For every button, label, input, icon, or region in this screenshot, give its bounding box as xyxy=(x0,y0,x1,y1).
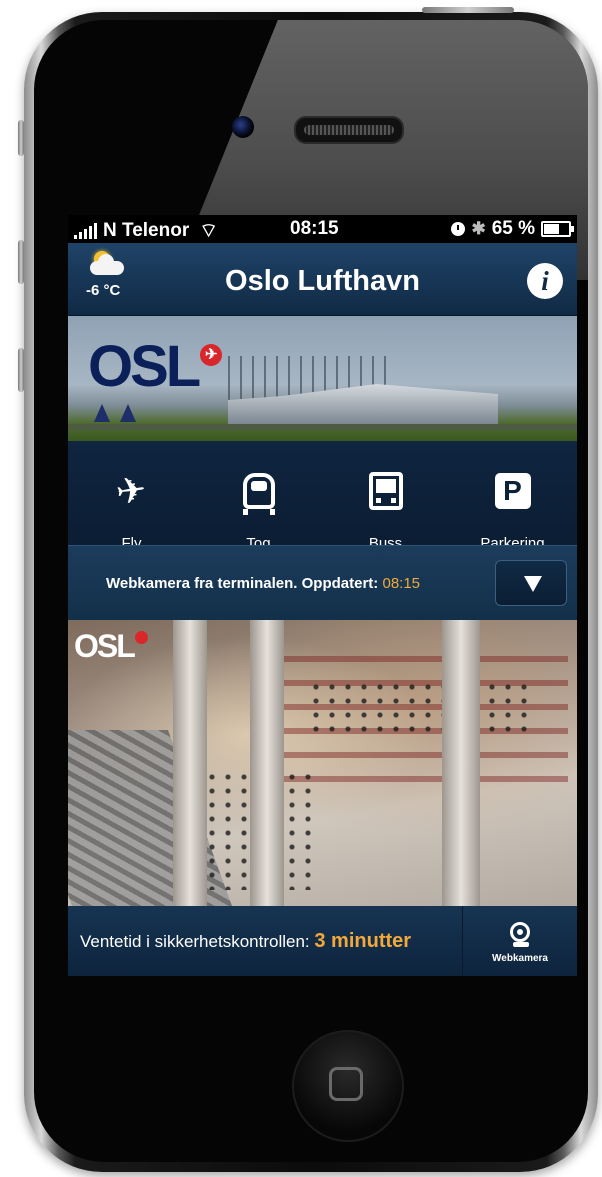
parking-icon: P xyxy=(494,473,531,509)
tab-fly[interactable]: ✈ Fly xyxy=(68,441,195,552)
oslo-logo: OSL ✈ xyxy=(88,334,223,399)
status-right-group: ✱ 65 % xyxy=(451,218,574,240)
front-camera xyxy=(232,116,254,138)
webcam-caption: Webkamera fra terminalen. Oppdatert: 08:… xyxy=(106,575,420,592)
tab-parkering[interactable]: P Parkering xyxy=(449,441,576,552)
webcam-button-label: Webkamera xyxy=(492,953,548,964)
oslo-logo-text: OSL xyxy=(88,334,201,399)
tab-buss[interactable]: Buss xyxy=(322,441,449,552)
crowd xyxy=(308,680,528,740)
status-time: 08:15 xyxy=(290,218,339,239)
webcam-logo-plane-icon xyxy=(134,631,148,644)
alarm-clock-icon xyxy=(451,222,466,236)
webcam-stand xyxy=(513,942,529,947)
train-icon xyxy=(242,473,275,515)
airplane-icon: ✈ xyxy=(113,468,150,513)
transport-tabs: ✈ Fly Tog Buss P Parkering xyxy=(68,441,577,552)
power-button xyxy=(422,7,514,13)
signal-bars-icon xyxy=(74,222,97,239)
plane-tail xyxy=(94,404,110,422)
wait-time: Ventetid i sikkerhetskontrollen: 3 minut… xyxy=(80,930,411,953)
airport-banner: OSL ✈ xyxy=(68,316,577,441)
battery-percent: 65 % xyxy=(491,218,535,239)
home-square-icon xyxy=(329,1067,363,1101)
battery-icon xyxy=(541,221,574,237)
runway xyxy=(68,424,577,430)
webcam-button[interactable]: Webkamera xyxy=(462,906,577,976)
page-title: Oslo Lufthavn xyxy=(225,265,420,297)
wifi-icon: ⌔ xyxy=(199,220,219,242)
app-screen: N Telenor ⌔ 08:15 ✱ 65 % -6 °C Oslo Luft… xyxy=(68,215,577,976)
webcam-icon xyxy=(510,922,530,942)
pillar xyxy=(173,620,207,906)
dropdown-toggle-button[interactable] xyxy=(495,560,567,606)
volume-up-button xyxy=(18,240,24,284)
tab-tog[interactable]: Tog xyxy=(195,441,322,552)
webcam-logo: OSL xyxy=(74,628,148,665)
webcam-caption-text: Webkamera fra terminalen. Oppdatert: xyxy=(106,575,379,592)
nav-bar: -6 °C Oslo Lufthavn i xyxy=(68,243,577,316)
carrier-name: N Telenor xyxy=(103,219,190,241)
webcam-image[interactable]: OSL xyxy=(68,620,577,906)
earpiece-speaker xyxy=(294,116,404,144)
bus-icon xyxy=(368,472,403,510)
pillar xyxy=(442,620,480,906)
wait-time-label: Ventetid i sikkerhetskontrollen: xyxy=(80,932,310,951)
webcam-updated-time: 08:15 xyxy=(382,575,421,592)
plane-tail xyxy=(120,404,136,422)
webcam-caption-bar: Webkamera fra terminalen. Oppdatert: 08:… xyxy=(68,545,577,620)
security-wait-bar: Ventetid i sikkerhetskontrollen: 3 minut… xyxy=(68,906,577,976)
home-button[interactable] xyxy=(292,1030,404,1142)
carrier-group: N Telenor ⌔ xyxy=(74,218,218,243)
mute-switch xyxy=(18,120,24,156)
webcam-logo-text: OSL xyxy=(74,628,136,664)
pillar xyxy=(250,620,284,906)
bluetooth-icon: ✱ xyxy=(471,219,486,238)
wait-time-value: 3 minutter xyxy=(314,930,412,952)
info-button[interactable]: i xyxy=(527,263,563,299)
status-bar: N Telenor ⌔ 08:15 ✱ 65 % xyxy=(68,215,577,243)
oslo-logo-plane-icon: ✈ xyxy=(200,344,223,366)
volume-down-button xyxy=(18,348,24,392)
